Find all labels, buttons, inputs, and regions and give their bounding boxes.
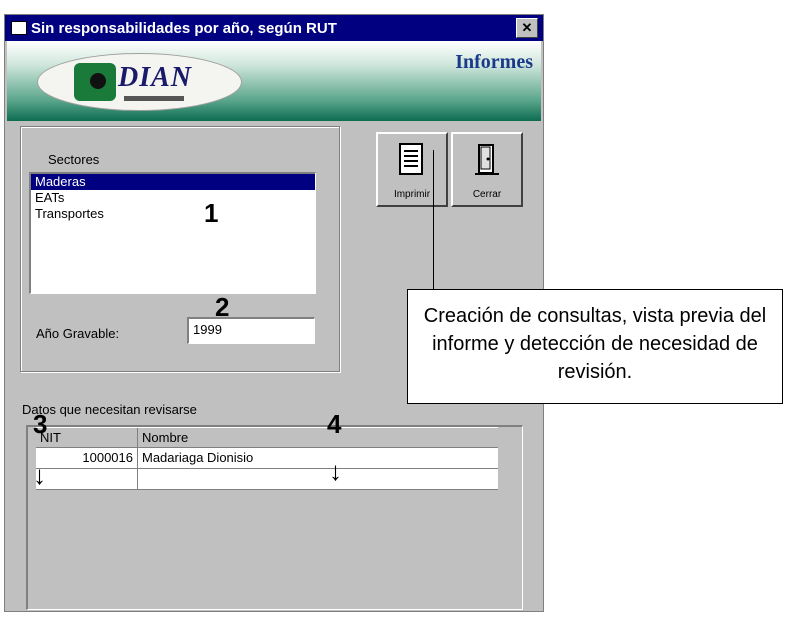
table-row[interactable]: 1000016 Madariaga Dionisio — [36, 448, 498, 469]
review-label: Datos que necesitan revisarse — [22, 402, 197, 417]
close-button-label: Cerrar — [472, 189, 502, 200]
column-header-nombre[interactable]: Nombre — [138, 428, 498, 447]
app-icon[interactable] — [11, 21, 27, 35]
annotation-number-4: 4 — [327, 409, 342, 439]
annotation-number-2: 2 — [215, 292, 230, 322]
dian-logo-mark-icon — [74, 63, 116, 101]
year-input[interactable]: 1999 — [187, 317, 315, 344]
section-title: Informes — [455, 51, 533, 73]
sector-item-transportes[interactable]: Transportes — [31, 206, 315, 222]
close-button[interactable]: Cerrar — [451, 132, 523, 207]
table-row-empty[interactable] — [36, 469, 498, 490]
door-exit-icon — [475, 144, 499, 175]
logo-subtitle-strip — [124, 96, 184, 101]
sectors-label: Sectores — [48, 152, 100, 167]
dian-logo: DIAN — [37, 53, 242, 111]
annotation-number-3: 3 — [33, 409, 48, 439]
logo-text: DIAN — [118, 62, 193, 93]
year-label: Año Gravable: — [36, 326, 120, 341]
arrow-down-icon: ↓ — [329, 456, 342, 486]
sector-item-maderas[interactable]: Maderas — [31, 174, 315, 190]
print-button-label: Imprimir — [393, 189, 431, 200]
review-grid[interactable]: NIT Nombre 1000016 Madariaga Dionisio — [26, 425, 523, 610]
print-icon — [399, 143, 423, 175]
cell-nombre: Madariaga Dionisio — [142, 450, 254, 465]
header-banner: DIAN Informes — [7, 41, 541, 121]
cell-nit: 1000016 — [36, 448, 138, 468]
sectors-listbox[interactable]: Maderas EATs Transportes — [29, 172, 316, 294]
annotation-number-1: 1 — [204, 198, 219, 228]
print-button[interactable]: Imprimir — [376, 132, 448, 207]
grid-header-row: NIT Nombre — [36, 427, 498, 448]
cell-nombre-empty — [138, 469, 498, 489]
callout-connector-line — [433, 150, 434, 289]
column-header-nit[interactable]: NIT — [36, 428, 138, 447]
window-title: Sin responsabilidades por año, según RUT — [31, 19, 337, 37]
close-window-button[interactable]: ✕ — [516, 18, 538, 38]
title-bar: Sin responsabilidades por año, según RUT… — [5, 15, 543, 41]
sector-item-eats[interactable]: EATs — [31, 190, 315, 206]
arrow-down-icon: ↓ — [33, 460, 46, 490]
callout-box: Creación de consultas, vista previa del … — [407, 289, 783, 404]
cell-nit-empty — [36, 469, 138, 489]
